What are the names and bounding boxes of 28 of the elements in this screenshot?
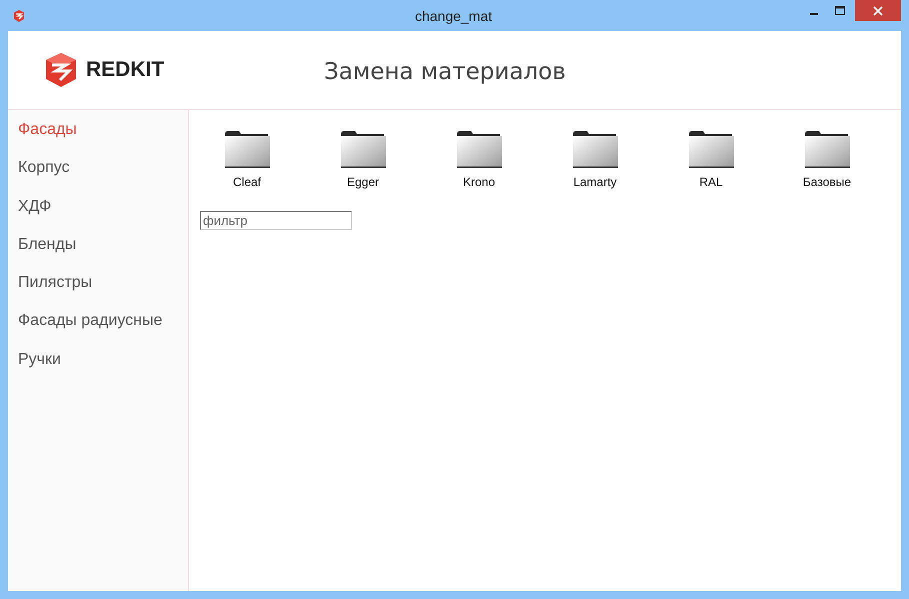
page-title: Замена материалов <box>324 59 566 85</box>
folder-icon[interactable] <box>456 130 502 168</box>
app-icon <box>12 8 26 22</box>
logo-text: REDKIT <box>86 58 164 82</box>
sidebar-item[interactable]: Фасады <box>8 118 188 156</box>
folder-label: Krono <box>462 175 496 189</box>
filter-field[interactable]: фильтр <box>200 211 352 230</box>
sidebar-item[interactable]: Фасады радиусные <box>8 309 188 348</box>
folder-label: Lamarty <box>573 175 617 189</box>
folder-label: Egger <box>346 175 380 189</box>
folder-label: Базовые <box>802 175 852 189</box>
sidebar-item[interactable]: Пилястры <box>8 271 188 310</box>
folder-label: RAL <box>699 175 723 189</box>
folder-icon[interactable] <box>224 130 270 168</box>
close-button[interactable] <box>855 0 901 21</box>
sidebar-item[interactable]: Ручки <box>8 348 188 386</box>
maximize-icon <box>835 6 845 16</box>
folder-icon[interactable] <box>688 130 734 168</box>
sidebar-item[interactable]: Бленды <box>8 232 188 272</box>
close-icon <box>873 6 883 16</box>
sidebar-item[interactable]: ХДФ <box>8 194 188 233</box>
folder-icon[interactable] <box>572 130 618 168</box>
folder-icon[interactable] <box>804 130 850 168</box>
minimize-icon <box>810 12 818 14</box>
window-title: change_mat <box>414 8 494 24</box>
sidebar-item[interactable]: Корпус <box>8 156 188 195</box>
folder-label: Cleaf <box>232 175 261 189</box>
folder-icon[interactable] <box>340 130 386 168</box>
